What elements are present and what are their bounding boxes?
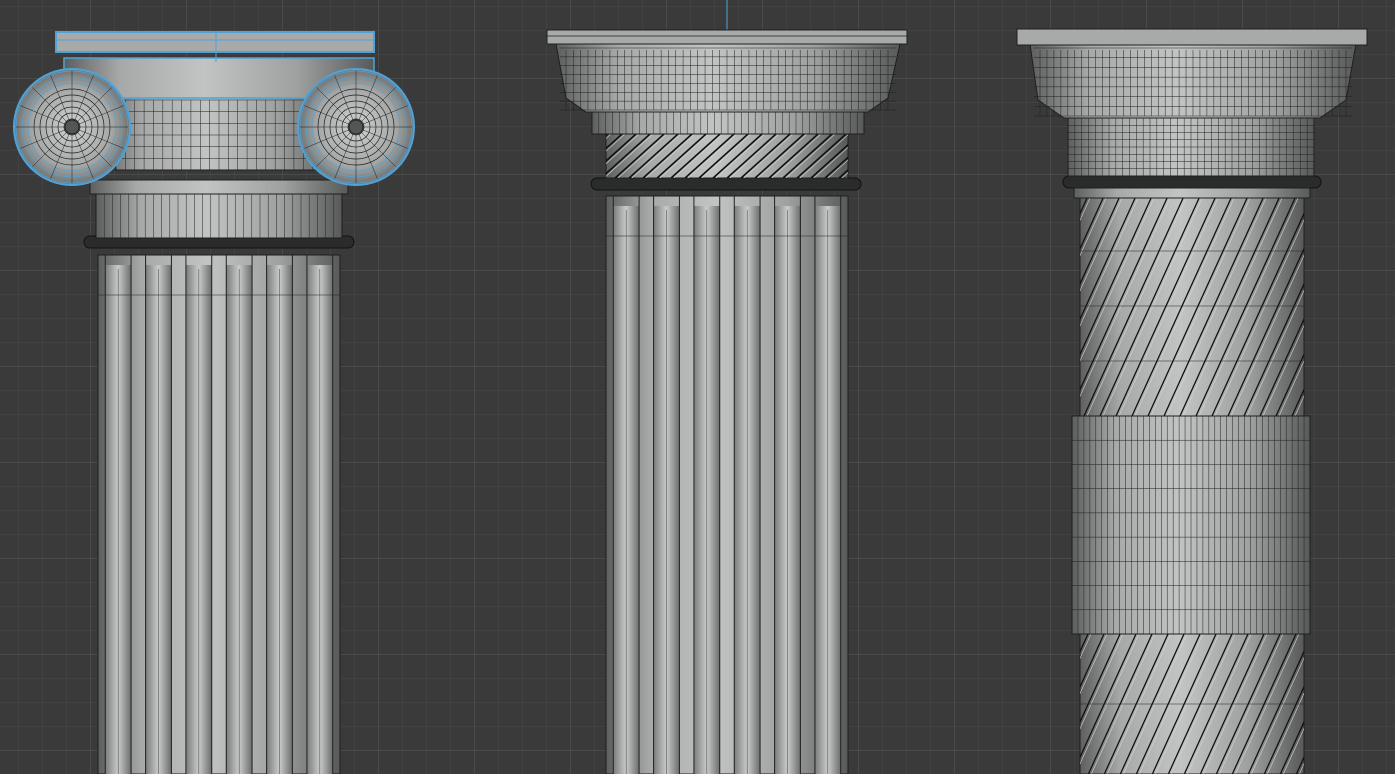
scene-canvas[interactable] [0,0,1395,774]
twisted-plain-band[interactable] [1071,415,1311,635]
twisted-shaft-lower[interactable] [976,633,1395,774]
ionic-column[interactable] [13,31,415,774]
doric-column[interactable] [517,0,933,774]
doric-shaft[interactable] [605,195,849,774]
twisted-astragal-ring[interactable] [1062,175,1322,189]
doric-echinus[interactable] [555,43,901,113]
twisted-abacus[interactable] [1016,28,1368,46]
ionic-left-volute[interactable] [13,68,131,186]
ionic-shaft[interactable] [97,254,341,774]
doric-abacus[interactable] [546,29,908,45]
ionic-right-volute[interactable] [297,68,415,186]
ionic-abacus[interactable] [55,31,375,53]
3d-viewport[interactable] [0,0,1395,774]
twisted-column[interactable] [940,28,1395,774]
doric-astragal-ring[interactable] [590,177,862,191]
doric-twisted-neck[interactable] [517,133,933,179]
twisted-shaft-upper[interactable] [940,195,1395,417]
twisted-neck-moldings[interactable] [1067,117,1315,177]
